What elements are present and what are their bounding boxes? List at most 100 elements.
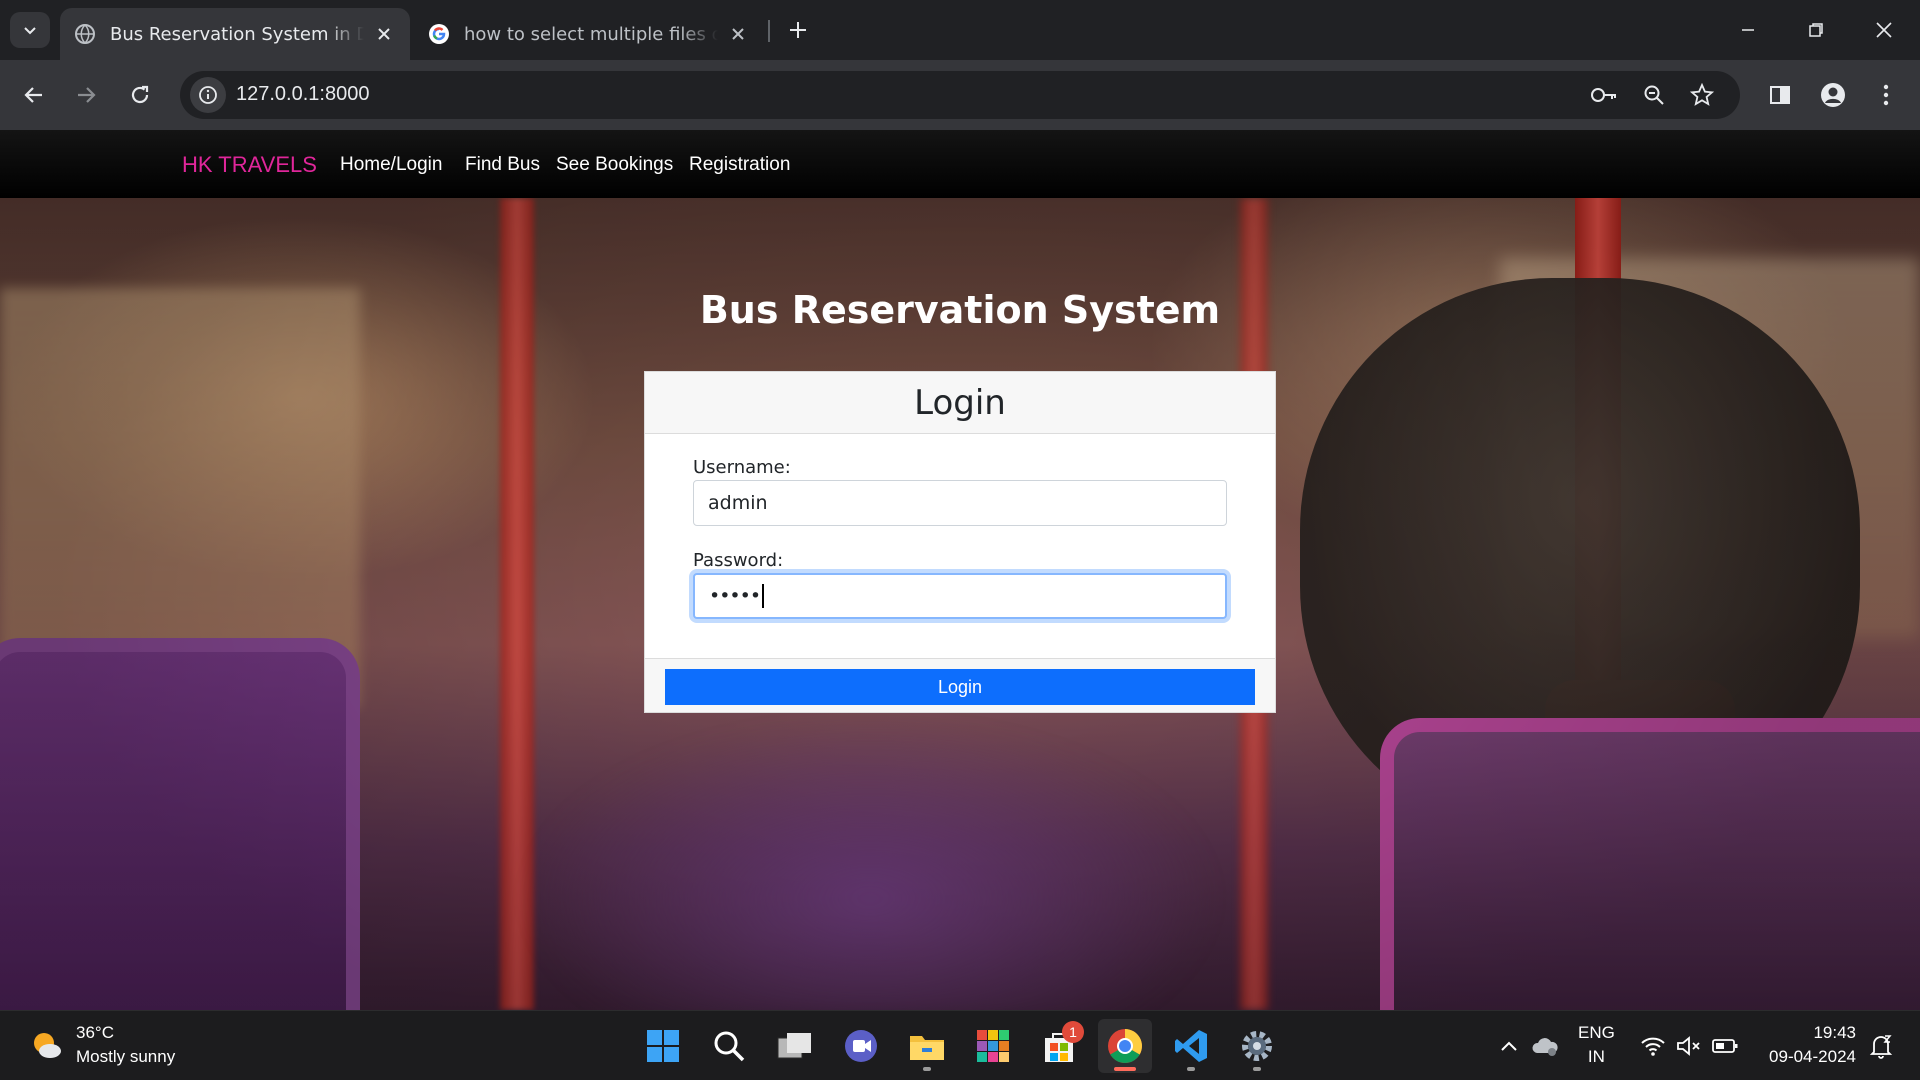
zoom-out-icon [1644,85,1664,105]
close-tab-icon[interactable] [372,22,396,46]
show-hidden-icons-button[interactable] [1494,1031,1524,1061]
start-button[interactable] [636,1019,690,1073]
chrome-icon [1108,1029,1142,1063]
wifi-button[interactable] [1638,1031,1668,1061]
login-button[interactable]: Login [665,669,1255,705]
folder-icon [910,1036,944,1060]
arrow-left-icon [24,87,42,103]
browser-tab-bar: Bus Reservation System in Djan how to se… [0,0,1920,60]
cloud-icon [1532,1038,1558,1056]
photo-app-button[interactable] [966,1019,1020,1073]
tab-search-button[interactable] [10,12,50,48]
clock-time: 19:43 [1813,1023,1856,1042]
side-panel-icon [1770,86,1790,104]
search-icon [714,1031,745,1062]
login-card-header: Login [645,372,1275,434]
account-icon [1821,83,1845,107]
settings-button[interactable] [1230,1019,1284,1073]
address-bar[interactable]: 127.0.0.1:8000 [180,71,1740,119]
weather-description: Mostly sunny [76,1047,176,1066]
username-label: Username: [693,457,791,478]
bookmark-button[interactable] [1684,77,1720,113]
forward-button[interactable] [66,75,106,115]
gear-icon [1242,1031,1272,1061]
teams-chat-button[interactable] [834,1019,888,1073]
site-navbar: HK TRAVELS Home/Login Find Bus See Booki… [0,130,1920,198]
close-window-button[interactable] [1850,0,1918,60]
password-key-button[interactable] [1586,77,1622,113]
minimize-button[interactable] [1714,0,1782,60]
side-panel-button[interactable] [1760,75,1800,115]
site-info-button[interactable] [190,77,226,113]
battery-button[interactable] [1710,1031,1740,1061]
password-value: ••••• [709,585,761,607]
task-view-button[interactable] [768,1019,822,1073]
profile-button[interactable] [1813,75,1853,115]
file-explorer-button[interactable] [900,1019,954,1073]
username-value: admin [708,492,768,514]
weather-widget[interactable]: 36°C Mostly sunny [28,1021,175,1069]
menu-button[interactable] [1866,75,1906,115]
tab-bus-reservation[interactable]: Bus Reservation System in Djan [60,8,410,60]
nav-find-bus[interactable]: Find Bus [465,154,540,176]
search-button[interactable] [702,1019,756,1073]
globe-icon [75,24,95,44]
sun-cloud-icon [34,1033,61,1058]
mosaic-icon [977,1030,1009,1062]
close-icon [1876,22,1892,38]
new-tab-button[interactable] [780,12,816,48]
more-vertical-icon [1883,84,1889,106]
nav-registration[interactable]: Registration [689,154,790,176]
plus-icon [790,22,806,38]
microsoft-store-button[interactable]: 1 [1032,1019,1086,1073]
chat-icon [845,1030,877,1062]
tab-multiple-files[interactable]: how to select multiple files on v [414,8,764,60]
url-text[interactable]: 127.0.0.1:8000 [236,83,369,106]
reload-button[interactable] [120,75,160,115]
google-icon [429,24,449,44]
back-button[interactable] [14,75,54,115]
tab-separator [768,20,770,42]
username-input[interactable]: admin [693,480,1227,526]
reload-icon [131,85,149,104]
volume-button[interactable] [1674,1031,1704,1061]
tab-title: Bus Reservation System in Djan [110,23,364,45]
running-indicator [923,1067,931,1071]
vscode-icon [1175,1030,1207,1062]
star-icon [1690,83,1714,106]
password-input[interactable]: ••••• [693,573,1227,619]
chevron-down-icon [24,27,36,35]
password-label: Password: [693,550,784,571]
tab-title: how to select multiple files on v [464,23,718,45]
minimize-icon [1742,29,1754,31]
nav-home-login[interactable]: Home/Login [340,154,442,176]
region-code: IN [1587,1047,1605,1066]
restore-button[interactable] [1782,0,1850,60]
wifi-icon [1641,1037,1665,1056]
volume-muted-icon [1677,1036,1700,1056]
vscode-button[interactable] [1164,1019,1218,1073]
weather-temperature: 36°C [76,1023,114,1042]
task-view-icon [777,1033,811,1059]
running-indicator [1187,1067,1195,1071]
clock[interactable]: 19:43 09-04-2024 [1762,1021,1856,1069]
onedrive-button[interactable] [1530,1031,1560,1061]
windows-icon [647,1030,679,1062]
language-code: ENG [1578,1023,1615,1042]
language-indicator[interactable]: ENG IN [1578,1021,1615,1069]
chrome-button[interactable] [1098,1019,1152,1073]
zoom-button[interactable] [1636,77,1672,113]
info-icon [199,86,217,104]
login-card-footer: Login [645,658,1275,712]
notifications-button[interactable] [1866,1031,1896,1061]
login-card: Login Username: admin Password: ••••• Lo… [644,371,1276,713]
active-indicator [1114,1067,1136,1071]
restore-icon [1809,23,1823,37]
clock-date: 09-04-2024 [1769,1047,1856,1066]
arrow-right-icon [78,87,96,103]
taskbar: 36°C Mostly sunny 1 ENG IN 19:43 09-04-2… [0,1010,1920,1080]
notification-badge: 1 [1062,1021,1084,1043]
brand-link[interactable]: HK TRAVELS [182,152,317,178]
close-tab-icon[interactable] [726,22,750,46]
nav-see-bookings[interactable]: See Bookings [556,154,673,176]
